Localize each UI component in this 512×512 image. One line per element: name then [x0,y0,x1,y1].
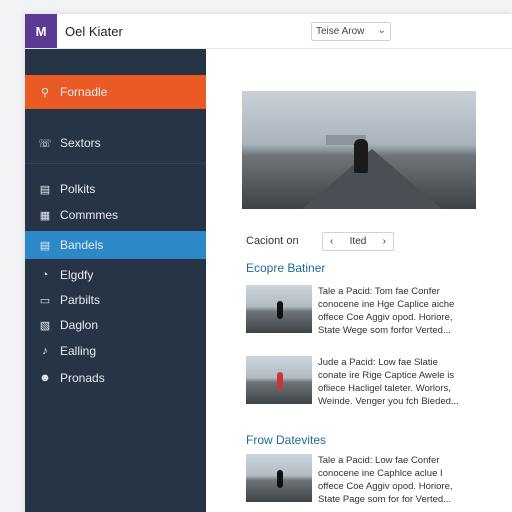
view-select-value: Teise Arow [316,26,365,37]
sidebar-item-label: Polkits [60,182,96,196]
list-item[interactable]: Jude a Pacid: Low fae Slatie conate ire … [246,356,496,408]
list-item[interactable]: Tale a Pacid: Low fae Confer conocene in… [246,454,496,506]
sidebar-item-pronads[interactable]: ☻ Pronads [25,364,206,392]
article-line: offece Coe Aggiv opod. Horiore, [318,481,453,492]
article-thumbnail[interactable] [246,356,312,404]
people-icon: ☻ [39,372,51,384]
sidebar-item-label: Daglon [60,318,99,332]
article-line: State Wege som forfor Verted... [318,325,451,336]
article-line: Weinde. Venger you fch Bieded... [318,396,459,407]
pager[interactable]: ‹ Ited › [322,232,394,251]
sidebar-item-label: Commmes [60,208,119,222]
section-title[interactable]: Ecopre Batiner [246,261,325,275]
hero-image[interactable] [242,91,476,209]
article-line: Tale a Pacid: Low fae Confer [318,455,440,466]
sidebar-item-label: Fornadle [60,85,108,99]
hero-road [302,149,442,209]
sidebar-item-label: Pronads [60,371,105,385]
sidebar-divider [25,163,206,164]
article-text: Tale a Pacid: Low fae Confer conocene in… [318,454,508,506]
article-line: Jude a Pacid: Low fae Slatie [318,357,438,368]
article-line: conocene ine Caphlce aclue I [318,468,443,479]
image-icon: ▧ [39,319,51,332]
sidebar-item-commmes[interactable]: ▦ Commmes [25,201,206,229]
sidebar-item-parbilts[interactable]: ▭ Parbilts [25,286,206,314]
user-icon: ⚲ [40,86,50,99]
hero-person [354,139,368,173]
view-select[interactable]: Teise Arow ⌄ [311,22,391,41]
article-line: conate ire Rige Captice Awele is [318,370,455,381]
article-text: Jude a Pacid: Low fae Slatie conate ire … [318,356,508,408]
clock-icon: ◔ [41,269,49,281]
sidebar-item-daglon[interactable]: ▧ Daglon [25,311,206,339]
caption-label: Caciont on [246,235,299,247]
grid-icon: ▦ [39,209,51,222]
sidebar-item-elgdfy[interactable]: ◔ Elgdfy [25,261,206,289]
chevron-left-icon[interactable]: ‹ [330,236,333,247]
document-icon: ▤ [39,183,51,196]
thumbnail-person [277,301,283,319]
card-icon: ▭ [39,294,51,307]
list-item[interactable]: Tale a Pacid: Tom fae Confer conocene in… [246,285,496,337]
music-icon: ♪ [42,345,48,357]
sidebar-item-label: Bandels [60,238,104,252]
sidebar: ⚲ Fornadle ☏ Sextors ▤ Polkits ▦ Commmes… [25,49,212,512]
article-line: ofliece Hacligel taleter. Worlors, [318,383,451,394]
section-title[interactable]: Frow Datevites [246,433,326,447]
article-line: Tale a Pacid: Tom fae Confer [318,286,440,297]
article-line: State Page som for for Verted... [318,494,452,505]
article-thumbnail[interactable] [246,285,312,333]
sidebar-item-fornadle[interactable]: ⚲ Fornadle [25,75,206,109]
top-bar: M Oel Kiater Teise Arow ⌄ [25,14,512,49]
table-icon: ▤ [39,239,51,252]
chevron-down-icon: ⌄ [377,25,386,36]
article-line: conocene ine Hge Caplice aiche [318,299,455,310]
sidebar-item-label: Parbilts [60,293,101,307]
chevron-right-icon[interactable]: › [383,236,386,247]
thumbnail-person [277,372,283,390]
app-title: Oel Kiater [65,24,123,39]
phone-icon: ☏ [38,137,52,150]
sidebar-item-polkits[interactable]: ▤ Polkits [25,175,206,203]
sidebar-item-sextors[interactable]: ☏ Sextors [25,129,206,157]
pager-label: Ited [349,236,367,247]
article-thumbnail[interactable] [246,454,312,502]
sidebar-item-label: Ealling [60,344,97,358]
thumbnail-person [277,470,283,488]
main-content: Caciont on ‹ Ited › Ecopre Batiner Tale … [206,49,512,512]
article-line: offece Coe Aggiv opod. Horiore, [318,312,453,323]
app-window: M Oel Kiater Teise Arow ⌄ ⚲ Fornadle ☏ S… [25,14,512,512]
sidebar-item-ealling[interactable]: ♪ Ealling [25,337,206,365]
sidebar-item-label: Sextors [60,136,101,150]
sidebar-item-bandels[interactable]: ▤ Bandels [25,231,212,259]
sidebar-item-label: Elgdfy [60,268,94,282]
article-text: Tale a Pacid: Tom fae Confer conocene in… [318,285,508,337]
app-logo[interactable]: M [25,14,57,48]
